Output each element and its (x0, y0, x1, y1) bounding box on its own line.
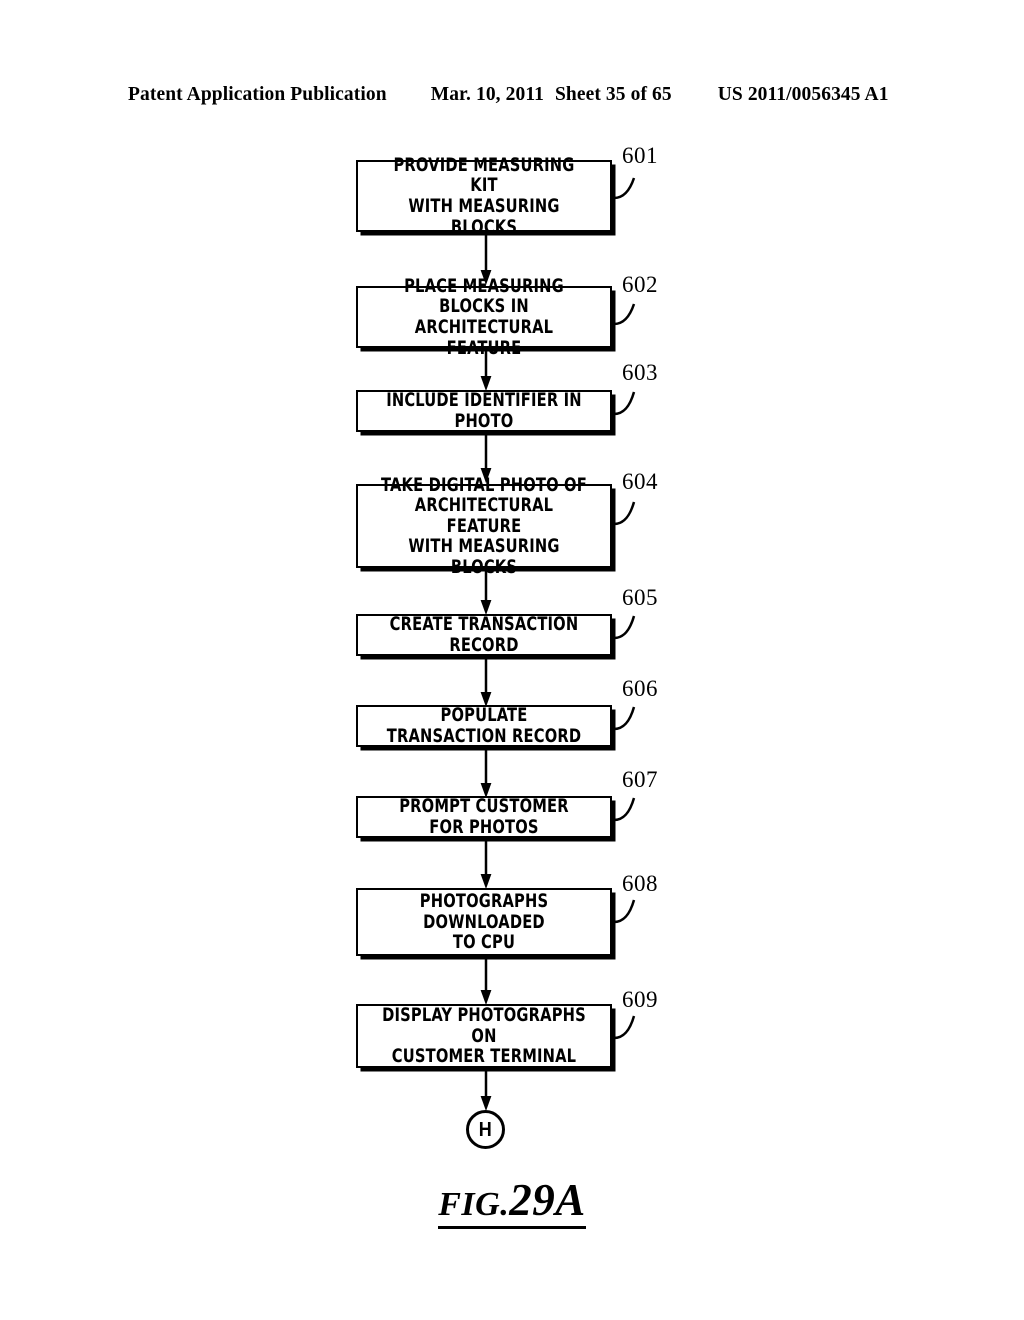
flowchart-diagram: PROVIDE MEASURING KIT WITH MEASURING BLO… (0, 0, 1024, 1320)
ref-number-605: 605 (622, 585, 658, 610)
flowchart-step-605-label: CREATE TRANSACTION RECORD (389, 613, 579, 656)
flowchart-step-608-label: PHOTOGRAPHS DOWNLOADED TO CPU (419, 890, 549, 954)
connector-607-608 (480, 838, 492, 889)
lead-line-608 (613, 899, 636, 924)
lead-line-609 (613, 1015, 636, 1040)
flowchart-step-606-label: POPULATE TRANSACTION RECORD (386, 704, 582, 747)
ref-number-602: 602 (622, 272, 658, 297)
flowchart-step-603-label: INCLUDE IDENTIFIER IN PHOTO (386, 389, 582, 432)
flowchart-step-607-label: PROMPT CUSTOMER FOR PHOTOS (399, 795, 569, 838)
flowchart-step-603: INCLUDE IDENTIFIER IN PHOTO (356, 390, 612, 432)
ref-number-606: 606 (622, 676, 658, 701)
connector-602-603 (480, 348, 492, 391)
ref-number-603: 603 (622, 360, 658, 385)
ref-number-604: 604 (622, 469, 658, 494)
connector-606-607 (480, 747, 492, 798)
figure-caption: FIG.29A (0, 1175, 1024, 1229)
flowchart-step-609: DISPLAY PHOTOGRAPHS ON CUSTOMER TERMINAL (356, 1004, 612, 1068)
flowchart-step-606: POPULATE TRANSACTION RECORD (356, 705, 612, 747)
flowchart-step-608: PHOTOGRAPHS DOWNLOADED TO CPU (356, 888, 612, 956)
figure-caption-prefix: FIG. (438, 1186, 510, 1223)
figure-caption-number: 29A (509, 1175, 586, 1225)
lead-line-605 (613, 615, 636, 640)
flowchart-step-601-label: PROVIDE MEASURING KIT WITH MEASURING BLO… (393, 153, 575, 238)
flowchart-step-602-label: PLACE MEASURING BLOCKS IN ARCHITECTURAL … (404, 274, 564, 359)
flowchart-step-604-label: TAKE DIGITAL PHOTO OF ARCHITECTURAL FEAT… (381, 473, 587, 578)
lead-line-603 (613, 391, 636, 416)
ref-number-609: 609 (622, 987, 658, 1012)
flowchart-step-609-label: DISPLAY PHOTOGRAPHS ON CUSTOMER TERMINAL (382, 1004, 586, 1068)
flowchart-connector-h-label: H (478, 1118, 492, 1141)
connector-605-606 (480, 656, 492, 707)
flowchart-step-607: PROMPT CUSTOMER FOR PHOTOS (356, 796, 612, 838)
lead-line-601 (613, 177, 636, 200)
flowchart-step-605: CREATE TRANSACTION RECORD (356, 614, 612, 656)
ref-number-601: 601 (622, 143, 658, 168)
flowchart-step-604: TAKE DIGITAL PHOTO OF ARCHITECTURAL FEAT… (356, 475, 612, 577)
connector-604-605 (480, 568, 492, 615)
ref-number-608: 608 (622, 871, 658, 896)
flowchart-connector-h: H (466, 1110, 505, 1149)
connector-608-609 (480, 956, 492, 1005)
lead-line-606 (613, 706, 636, 731)
flowchart-step-602: PLACE MEASURING BLOCKS IN ARCHITECTURAL … (356, 276, 612, 358)
lead-line-607 (613, 797, 636, 822)
flowchart-step-601: PROVIDE MEASURING KIT WITH MEASURING BLO… (356, 155, 612, 237)
connector-609-terminal (480, 1068, 492, 1111)
ref-number-607: 607 (622, 767, 658, 792)
